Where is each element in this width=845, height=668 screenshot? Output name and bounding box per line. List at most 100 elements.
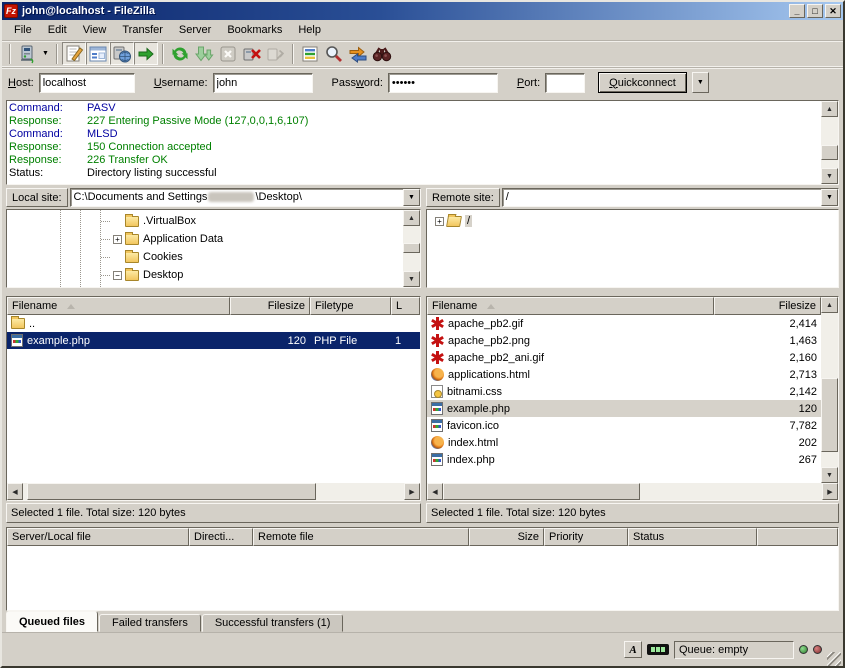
scroll-left-icon[interactable]: ◀ bbox=[427, 483, 443, 500]
file-row[interactable]: bitnami.css2,142 bbox=[427, 383, 821, 400]
port-input[interactable] bbox=[545, 73, 585, 93]
titlebar[interactable]: Fz john@localhost - FileZilla _ □ ✕ bbox=[2, 2, 843, 20]
menu-bookmarks[interactable]: Bookmarks bbox=[219, 21, 290, 39]
chevron-down-icon[interactable]: ▼ bbox=[403, 189, 420, 206]
search-button[interactable] bbox=[322, 42, 346, 65]
file-row[interactable]: apache_pb2_ani.gif2,160 bbox=[427, 349, 821, 366]
tree-item-virtualbox[interactable]: .VirtualBox bbox=[7, 212, 403, 230]
toggle-queue-button[interactable] bbox=[134, 42, 158, 65]
column-header-direction[interactable]: Directi... bbox=[189, 528, 253, 546]
column-header-server-local-file[interactable]: Server/Local file bbox=[7, 528, 189, 546]
scroll-up-icon[interactable]: ▲ bbox=[821, 297, 838, 313]
tree-item-application-data[interactable]: +Application Data bbox=[7, 230, 403, 248]
remote-site-combo[interactable]: / ▼ bbox=[502, 188, 839, 207]
remote-tree-pane: Remote site: / ▼ +/ bbox=[426, 187, 839, 290]
chevron-down-icon: ▼ bbox=[697, 79, 704, 86]
local-list-hscrollbar[interactable]: ◀ ▶ bbox=[7, 483, 420, 500]
minimize-button[interactable]: _ bbox=[789, 4, 805, 18]
file-row[interactable]: applications.html2,713 bbox=[427, 366, 821, 383]
tab-queued-files[interactable]: Queued files bbox=[6, 611, 98, 632]
column-header-filetype[interactable]: Filetype bbox=[310, 297, 391, 315]
menu-transfer[interactable]: Transfer bbox=[114, 21, 171, 39]
scroll-right-icon[interactable]: ▶ bbox=[822, 483, 838, 500]
disconnect-button[interactable] bbox=[240, 42, 264, 65]
quickconnect-dropdown[interactable]: ▼ bbox=[692, 72, 709, 93]
apache-icon bbox=[431, 334, 444, 347]
host-input[interactable] bbox=[39, 73, 135, 93]
scroll-right-icon[interactable]: ▶ bbox=[404, 483, 420, 500]
tab-failed-transfers[interactable]: Failed transfers bbox=[99, 614, 201, 632]
menu-view[interactable]: View bbox=[75, 21, 115, 39]
toggle-local-tree-button[interactable] bbox=[86, 42, 110, 65]
tree-item-root[interactable]: +/ bbox=[427, 212, 838, 230]
column-header-lastmodified[interactable]: L bbox=[391, 297, 420, 315]
transfer-type-icon[interactable]: A bbox=[624, 641, 642, 658]
tree-item-cookies[interactable]: Cookies bbox=[7, 248, 403, 266]
file-row-selected[interactable]: example.php 120 PHP File 1 bbox=[7, 332, 420, 349]
column-header-size[interactable]: Size bbox=[469, 528, 544, 546]
log-line: Response:226 Transfer OK bbox=[9, 154, 819, 167]
local-site-combo[interactable]: C:\Documents and Settings\Desktop\ ▼ bbox=[70, 188, 421, 207]
column-header-filename[interactable]: Filename bbox=[7, 297, 230, 315]
filter-button[interactable] bbox=[298, 42, 322, 65]
sitemanager-dropdown[interactable]: ▼ bbox=[39, 43, 52, 64]
chevron-down-icon[interactable]: ▼ bbox=[821, 189, 838, 206]
column-header-filesize[interactable]: Filesize bbox=[230, 297, 310, 315]
tree-item-desktop[interactable]: −Desktop bbox=[7, 266, 403, 284]
quickconnect-button[interactable]: Quickconnect bbox=[598, 72, 687, 93]
file-row-parent[interactable]: .. bbox=[7, 315, 420, 332]
file-row-selected[interactable]: example.php120 bbox=[427, 400, 821, 417]
menu-help[interactable]: Help bbox=[290, 21, 329, 39]
username-input[interactable] bbox=[213, 73, 313, 93]
column-header-priority[interactable]: Priority bbox=[544, 528, 628, 546]
expander[interactable] bbox=[113, 253, 122, 262]
expander[interactable]: − bbox=[113, 271, 122, 280]
close-button[interactable]: ✕ bbox=[825, 4, 841, 18]
file-row[interactable]: index.php267 bbox=[427, 451, 821, 468]
scroll-down-icon[interactable]: ▼ bbox=[821, 467, 838, 483]
column-header-remote-file[interactable]: Remote file bbox=[253, 528, 469, 546]
expander[interactable]: + bbox=[435, 217, 444, 226]
cancel-button[interactable] bbox=[216, 42, 240, 65]
speedlimit-icon[interactable] bbox=[647, 644, 669, 655]
expander[interactable]: + bbox=[113, 235, 122, 244]
compare-button[interactable] bbox=[370, 42, 394, 65]
column-header-filename[interactable]: Filename bbox=[427, 297, 714, 315]
process-queue-button[interactable] bbox=[192, 42, 216, 65]
file-row[interactable]: favicon.ico7,782 bbox=[427, 417, 821, 434]
file-row[interactable]: apache_pb2.gif2,414 bbox=[427, 315, 821, 332]
remote-directory-tree[interactable]: +/ bbox=[427, 210, 838, 287]
queue-list-empty[interactable] bbox=[7, 546, 838, 610]
menu-file[interactable]: File bbox=[6, 21, 40, 39]
file-row[interactable]: index.html202 bbox=[427, 434, 821, 451]
toggle-log-button[interactable] bbox=[62, 42, 86, 65]
reconnect-button[interactable] bbox=[264, 42, 288, 65]
local-tree-scrollbar[interactable]: ▲ ▼ bbox=[403, 210, 420, 287]
remote-list-hscrollbar[interactable]: ◀ ▶ bbox=[427, 483, 838, 500]
scroll-up-icon[interactable]: ▲ bbox=[403, 210, 420, 226]
column-header-filesize[interactable]: Filesize bbox=[714, 297, 821, 315]
sitemanager-button[interactable] bbox=[15, 42, 39, 65]
scroll-down-icon[interactable]: ▼ bbox=[821, 168, 838, 184]
scroll-down-icon[interactable]: ▼ bbox=[403, 271, 420, 287]
sync-browse-button[interactable] bbox=[346, 42, 370, 65]
menu-server[interactable]: Server bbox=[171, 21, 219, 39]
password-input[interactable] bbox=[388, 73, 498, 93]
scroll-left-icon[interactable]: ◀ bbox=[7, 483, 23, 500]
menu-edit[interactable]: Edit bbox=[40, 21, 75, 39]
toggle-remote-tree-button[interactable] bbox=[110, 42, 134, 65]
expander[interactable] bbox=[113, 217, 122, 226]
scroll-up-icon[interactable]: ▲ bbox=[821, 101, 838, 117]
resize-grip[interactable] bbox=[827, 652, 841, 666]
local-tree-pane: Local site: C:\Documents and Settings\De… bbox=[6, 187, 421, 290]
local-directory-tree[interactable]: .VirtualBox +Application Data Cookies −D… bbox=[7, 210, 403, 287]
username-label: Username: bbox=[154, 77, 208, 89]
log-vertical-scrollbar[interactable]: ▲ ▼ bbox=[821, 101, 838, 184]
column-header-status[interactable]: Status bbox=[628, 528, 757, 546]
remote-list-vscrollbar[interactable]: ▲ ▼ bbox=[821, 297, 838, 483]
file-row[interactable]: apache_pb2.png1,463 bbox=[427, 332, 821, 349]
tab-successful-transfers[interactable]: Successful transfers (1) bbox=[202, 614, 344, 632]
log-line: Response:227 Entering Passive Mode (127,… bbox=[9, 115, 819, 128]
maximize-button[interactable]: □ bbox=[807, 4, 823, 18]
refresh-button[interactable] bbox=[168, 42, 192, 65]
